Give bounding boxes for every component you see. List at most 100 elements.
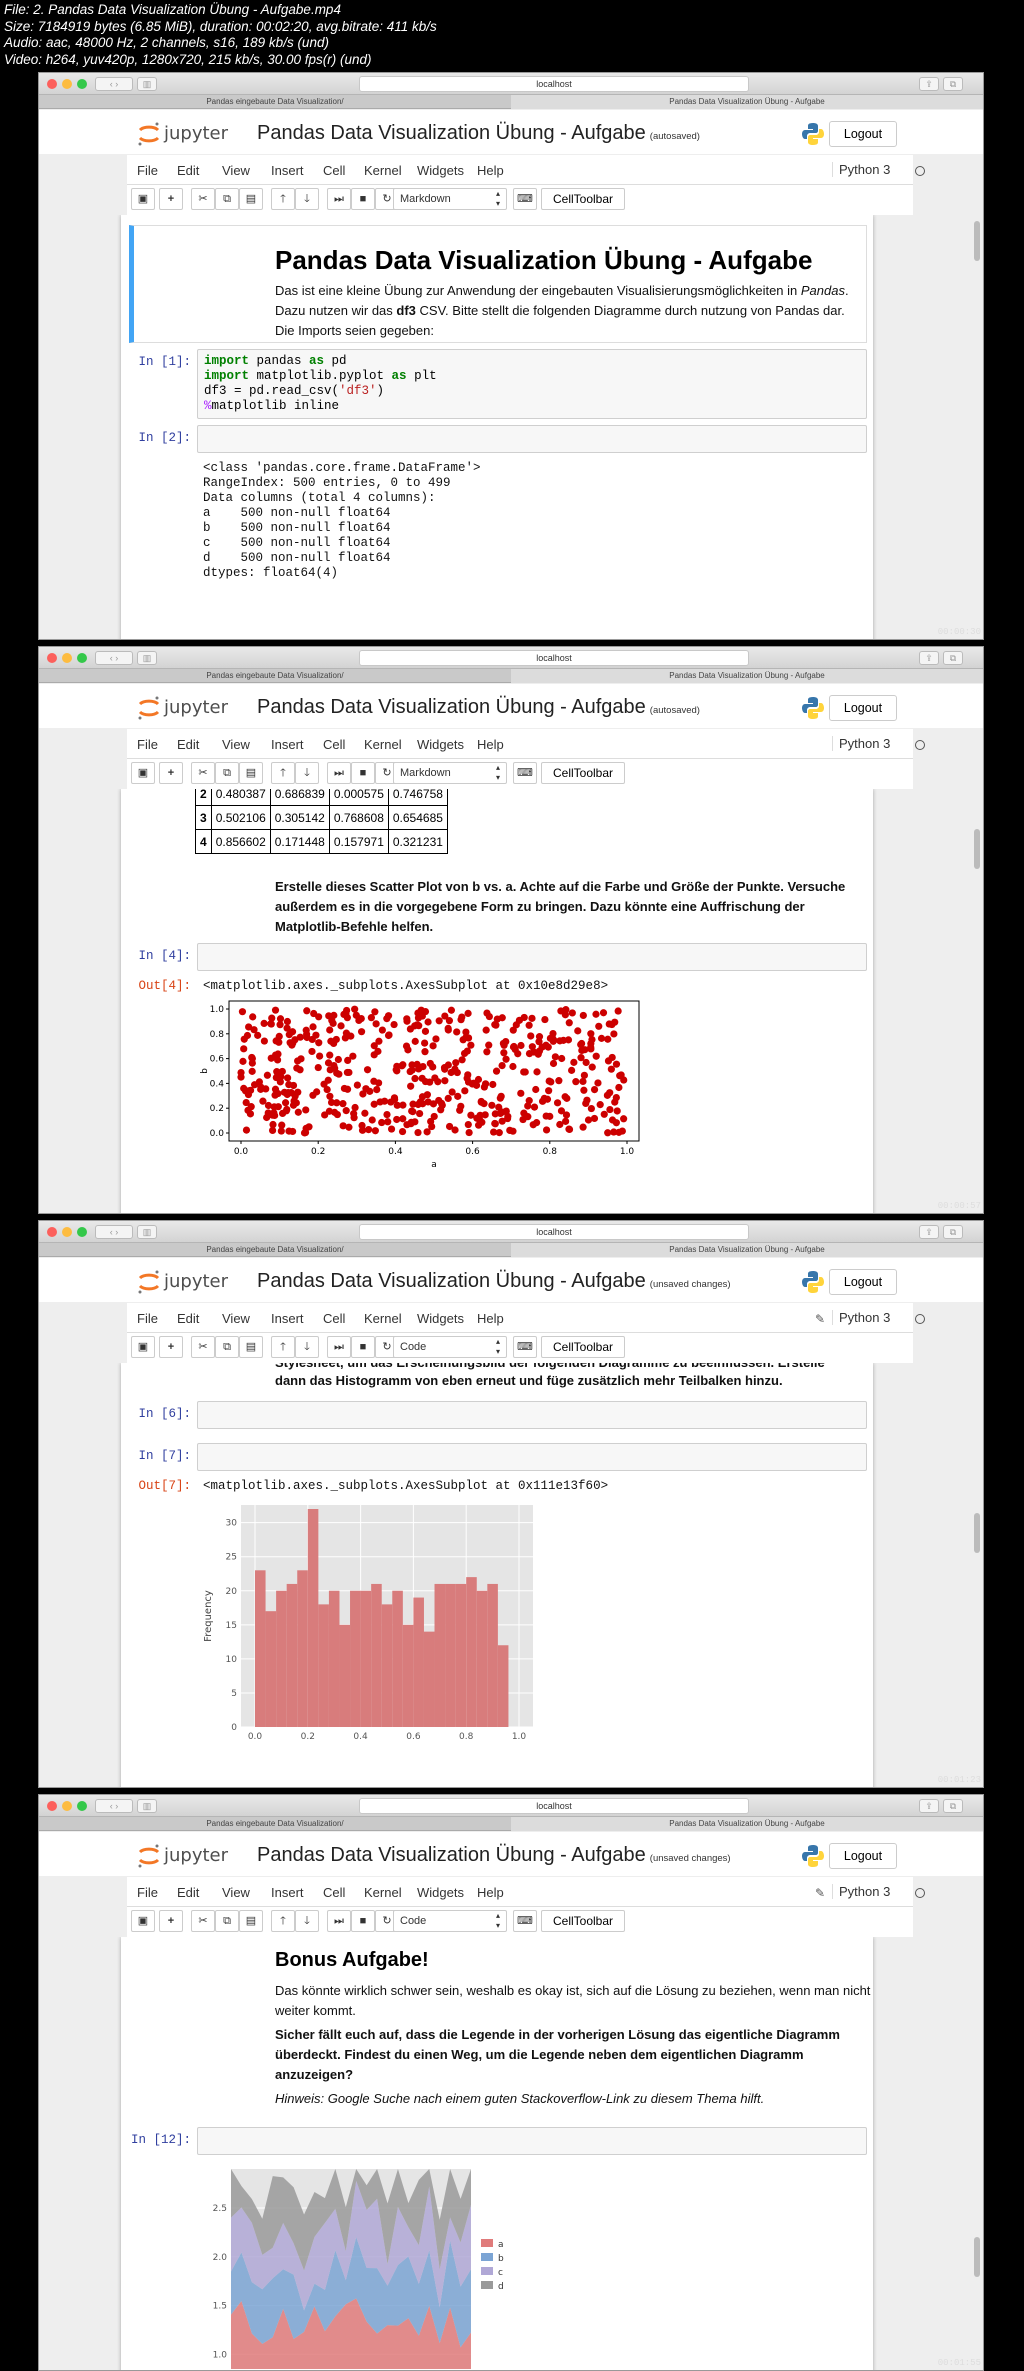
paste-icon[interactable]: ▤ [239, 1336, 263, 1358]
sidebar-icon[interactable]: ▥ [137, 1225, 157, 1239]
zoom-window-button[interactable] [77, 1801, 87, 1811]
cell-type-select[interactable]: Code [393, 1910, 507, 1932]
menu-insert[interactable]: Insert [271, 163, 304, 178]
stop-icon[interactable]: ■ [351, 1910, 375, 1932]
menu-file[interactable]: File [137, 1311, 158, 1326]
menu-view[interactable]: View [222, 1311, 250, 1326]
share-icon[interactable]: ⇪ [919, 77, 939, 91]
code-cell-2[interactable] [197, 425, 867, 453]
copy-icon[interactable]: ⧉ [215, 762, 239, 784]
logout-button[interactable]: Logout [829, 1843, 897, 1869]
menu-cell[interactable]: Cell [323, 737, 345, 752]
menu-edit[interactable]: Edit [177, 1885, 199, 1900]
minimize-window-button[interactable] [62, 1801, 72, 1811]
move-up-icon[interactable]: 🡑 [271, 188, 295, 210]
logout-button[interactable]: Logout [829, 1269, 897, 1295]
jupyter-logo[interactable]: jupyter [136, 1842, 246, 1870]
scrollbar[interactable] [974, 2237, 980, 2277]
add-cell-icon[interactable]: + [159, 1336, 183, 1358]
menu-edit[interactable]: Edit [177, 737, 199, 752]
menu-file[interactable]: File [137, 163, 158, 178]
keyboard-icon[interactable]: ⌨ [513, 1910, 537, 1932]
cut-icon[interactable]: ✂ [191, 762, 215, 784]
cell-type-select[interactable]: Code [393, 1336, 507, 1358]
close-window-button[interactable] [47, 79, 57, 89]
move-up-icon[interactable]: 🡑 [271, 1336, 295, 1358]
back-forward-buttons[interactable]: ‹ › [95, 77, 133, 91]
menu-help[interactable]: Help [477, 1885, 504, 1900]
save-icon[interactable]: ▣ [131, 1336, 155, 1358]
move-down-icon[interactable]: 🡓 [295, 1336, 319, 1358]
menu-view[interactable]: View [222, 1885, 250, 1900]
menu-widgets[interactable]: Widgets [417, 1885, 464, 1900]
notebook-title[interactable]: Pandas Data Visualization Übung - Aufgab… [257, 1844, 731, 1867]
tab-visualization[interactable]: Pandas eingebaute Data Visualization/ [39, 1243, 511, 1257]
menu-widgets[interactable]: Widgets [417, 1311, 464, 1326]
logout-button[interactable]: Logout [829, 121, 897, 147]
menu-help[interactable]: Help [477, 1311, 504, 1326]
paste-icon[interactable]: ▤ [239, 1910, 263, 1932]
move-down-icon[interactable]: 🡓 [295, 188, 319, 210]
tab-aufgabe[interactable]: Pandas Data Visualization Übung - Aufgab… [511, 669, 983, 683]
back-forward-buttons[interactable]: ‹ › [95, 651, 133, 665]
share-icon[interactable]: ⇪ [919, 1225, 939, 1239]
menu-file[interactable]: File [137, 1885, 158, 1900]
jupyter-logo[interactable]: jupyter [136, 120, 246, 148]
scrollbar[interactable] [974, 829, 980, 869]
cut-icon[interactable]: ✂ [191, 1336, 215, 1358]
keyboard-icon[interactable]: ⌨ [513, 188, 537, 210]
code-cell-12[interactable] [197, 2127, 867, 2155]
cell-type-select[interactable]: Markdown [393, 188, 507, 210]
menu-file[interactable]: File [137, 737, 158, 752]
menu-cell[interactable]: Cell [323, 1885, 345, 1900]
notebook-title[interactable]: Pandas Data Visualization Übung - Aufgab… [257, 696, 700, 719]
code-cell-4[interactable] [197, 943, 867, 971]
share-icon[interactable]: ⇪ [919, 1799, 939, 1813]
move-down-icon[interactable]: 🡓 [295, 1910, 319, 1932]
notebook-area[interactable]: Bonus Aufgabe! Das könnte wirklich schwe… [39, 1937, 983, 2370]
paste-icon[interactable]: ▤ [239, 762, 263, 784]
run-icon[interactable]: ⏭ [327, 188, 351, 210]
code-cell-6[interactable] [197, 1401, 867, 1429]
menu-help[interactable]: Help [477, 737, 504, 752]
sidebar-icon[interactable]: ▥ [137, 77, 157, 91]
zoom-window-button[interactable] [77, 653, 87, 663]
minimize-window-button[interactable] [62, 653, 72, 663]
menu-kernel[interactable]: Kernel [364, 1311, 402, 1326]
notebook-area[interactable]: 2 0.480387 0.686839 0.000575 0.746758 3 0.502… [39, 789, 983, 1213]
menu-kernel[interactable]: Kernel [364, 163, 402, 178]
cut-icon[interactable]: ✂ [191, 188, 215, 210]
copy-icon[interactable]: ⧉ [215, 1336, 239, 1358]
notebook-area[interactable]: Stylesheet, um das Erscheinungsbild der … [39, 1363, 983, 1787]
add-cell-icon[interactable]: + [159, 188, 183, 210]
save-icon[interactable]: ▣ [131, 762, 155, 784]
close-window-button[interactable] [47, 1801, 57, 1811]
menu-insert[interactable]: Insert [271, 1311, 304, 1326]
tabs-icon[interactable]: ⧉ [943, 77, 963, 91]
scrollbar[interactable] [974, 1513, 980, 1553]
notebook-area[interactable]: Pandas Data Visualization Übung - Aufgab… [39, 215, 983, 639]
celltoolbar-button[interactable]: CellToolbar [541, 762, 625, 784]
jupyter-logo[interactable]: jupyter [136, 694, 246, 722]
menu-widgets[interactable]: Widgets [417, 163, 464, 178]
menu-widgets[interactable]: Widgets [417, 737, 464, 752]
move-up-icon[interactable]: 🡑 [271, 1910, 295, 1932]
zoom-window-button[interactable] [77, 1227, 87, 1237]
tab-aufgabe[interactable]: Pandas Data Visualization Übung - Aufgab… [511, 1817, 983, 1831]
share-icon[interactable]: ⇪ [919, 651, 939, 665]
address-bar[interactable]: localhost [359, 1798, 749, 1814]
address-bar[interactable]: localhost [359, 1224, 749, 1240]
paste-icon[interactable]: ▤ [239, 188, 263, 210]
menu-cell[interactable]: Cell [323, 1311, 345, 1326]
tab-visualization[interactable]: Pandas eingebaute Data Visualization/ [39, 1817, 511, 1831]
cut-icon[interactable]: ✂ [191, 1910, 215, 1932]
stop-icon[interactable]: ■ [351, 1336, 375, 1358]
cell-type-select[interactable]: Markdown [393, 762, 507, 784]
menu-insert[interactable]: Insert [271, 737, 304, 752]
notebook-title[interactable]: Pandas Data Visualization Übung - Aufgab… [257, 1270, 731, 1293]
menu-edit[interactable]: Edit [177, 163, 199, 178]
run-icon[interactable]: ⏭ [327, 1910, 351, 1932]
menu-kernel[interactable]: Kernel [364, 737, 402, 752]
stop-icon[interactable]: ■ [351, 188, 375, 210]
notebook-title[interactable]: Pandas Data Visualization Übung - Aufgab… [257, 122, 700, 145]
